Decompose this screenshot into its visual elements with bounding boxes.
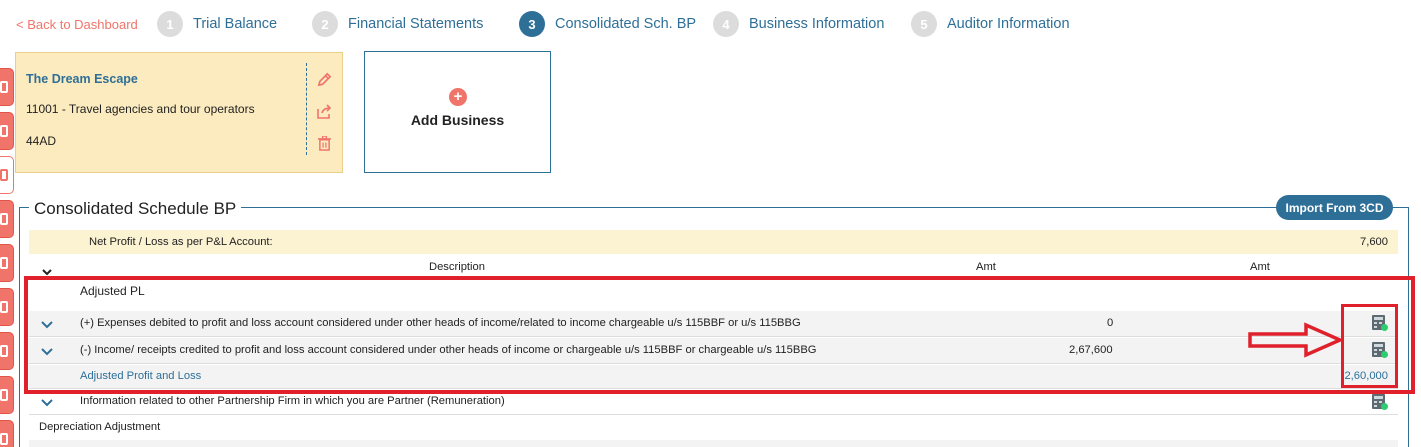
step-business-information[interactable]: 4 Business Information xyxy=(713,11,884,37)
depreciation-heading: Depreciation Adjustment xyxy=(39,421,161,433)
table-row[interactable]: Information related to other Partnership… xyxy=(29,391,1398,415)
import-from-3cd-button[interactable]: Import From 3CD xyxy=(1276,195,1393,220)
edit-icon[interactable] xyxy=(315,70,333,88)
step-trial-balance[interactable]: 1 Trial Balance xyxy=(157,11,277,37)
step-number: 2 xyxy=(312,11,338,37)
section-title: Consolidated Schedule BP xyxy=(29,199,242,219)
adjusted-pl-heading: Adjusted PL xyxy=(80,284,145,298)
chevron-down-icon[interactable] xyxy=(41,396,53,408)
row-amount: 2,67,600 xyxy=(1069,344,1113,356)
add-business-button[interactable]: + Add Business xyxy=(364,51,551,173)
step-number: 1 xyxy=(157,11,183,37)
calculator-icon[interactable] xyxy=(1372,342,1388,358)
table-row[interactable]: (+) Expenses debited to profit and loss … xyxy=(29,311,1398,337)
top-stepper: < Back to Dashboard 1 Trial Balance 2 Fi… xyxy=(0,0,1421,50)
business-card[interactable]: The Dream Escape 11001 - Travel agencies… xyxy=(15,52,343,173)
calculator-icon[interactable] xyxy=(1372,315,1388,331)
depreciation-heading-row: Depreciation Adjustment xyxy=(29,416,1398,440)
side-tab-7[interactable] xyxy=(0,332,14,370)
add-business-label: Add Business xyxy=(410,112,505,128)
document-icon xyxy=(0,345,8,357)
document-icon xyxy=(0,389,8,401)
step-number: 5 xyxy=(911,11,937,37)
net-profit-row: Net Profit / Loss as per P&L Account: 7,… xyxy=(29,230,1398,254)
table-row[interactable]: (-) Income/ receipts credited to profit … xyxy=(29,338,1398,364)
step-label: Business Information xyxy=(749,16,885,32)
side-tab-1[interactable] xyxy=(0,68,14,106)
trash-icon[interactable] xyxy=(315,134,333,152)
side-tab-2[interactable] xyxy=(0,112,14,150)
step-number: 4 xyxy=(713,11,739,37)
net-profit-label: Net Profit / Loss as per P&L Account: xyxy=(89,236,273,248)
side-tab-4[interactable] xyxy=(0,200,14,238)
calculator-icon[interactable] xyxy=(1372,394,1388,410)
export-icon[interactable] xyxy=(315,103,333,121)
adjusted-pl-heading-row: Adjusted PL xyxy=(29,281,1398,309)
column-amt-1: Amt xyxy=(976,261,996,273)
document-icon xyxy=(0,433,8,445)
document-icon xyxy=(0,301,8,313)
document-icon xyxy=(0,169,8,181)
document-icon xyxy=(0,213,8,225)
table-header: Description Amt Amt xyxy=(29,256,1398,280)
step-label: Trial Balance xyxy=(193,16,278,32)
side-tab-6[interactable] xyxy=(0,288,14,326)
column-amt-2: Amt xyxy=(1250,261,1270,273)
collapse-all-chevron-icon[interactable] xyxy=(41,266,53,278)
row-description: (+) Expenses debited to profit and loss … xyxy=(80,317,801,329)
table-row xyxy=(29,440,1398,447)
side-tab-8[interactable] xyxy=(0,376,14,414)
adjusted-total-label: Adjusted Profit and Loss xyxy=(80,370,202,382)
back-to-dashboard-link[interactable]: < Back to Dashboard xyxy=(16,17,138,32)
row-amount: 0 xyxy=(1107,317,1114,329)
row-description: (-) Income/ receipts credited to profit … xyxy=(80,344,817,356)
net-profit-value: 7,600 xyxy=(1360,236,1388,248)
document-icon xyxy=(0,81,8,93)
adjusted-total-row: Adjusted Profit and Loss 2,60,000 xyxy=(29,365,1398,389)
plus-circle-icon: + xyxy=(449,88,467,106)
annotation-arrow xyxy=(1248,322,1344,358)
chevron-down-icon[interactable] xyxy=(41,345,53,357)
document-icon xyxy=(0,257,8,269)
side-tab-3[interactable] xyxy=(0,156,14,194)
document-icon xyxy=(0,125,8,137)
adjusted-total-value: 2,60,000 xyxy=(1344,370,1388,382)
business-section: 44AD xyxy=(26,134,57,148)
step-label: Financial Statements xyxy=(348,16,484,32)
side-tab-5[interactable] xyxy=(0,244,14,282)
column-description: Description xyxy=(429,261,485,273)
step-number: 3 xyxy=(519,11,545,37)
step-label: Auditor Information xyxy=(947,16,1070,32)
step-financial-statements[interactable]: 2 Financial Statements xyxy=(312,11,483,37)
step-auditor-information[interactable]: 5 Auditor Information xyxy=(911,11,1070,37)
side-tab-9[interactable] xyxy=(0,420,14,447)
card-divider xyxy=(306,63,307,155)
row-description: Information related to other Partnership… xyxy=(80,395,505,407)
business-code: 11001 - Travel agencies and tour operato… xyxy=(26,102,255,116)
step-label: Consolidated Sch. BP xyxy=(555,16,697,32)
chevron-down-icon[interactable] xyxy=(41,318,53,330)
business-name: The Dream Escape xyxy=(26,72,138,86)
step-consolidated-sch-bp[interactable]: 3 Consolidated Sch. BP xyxy=(519,11,696,37)
